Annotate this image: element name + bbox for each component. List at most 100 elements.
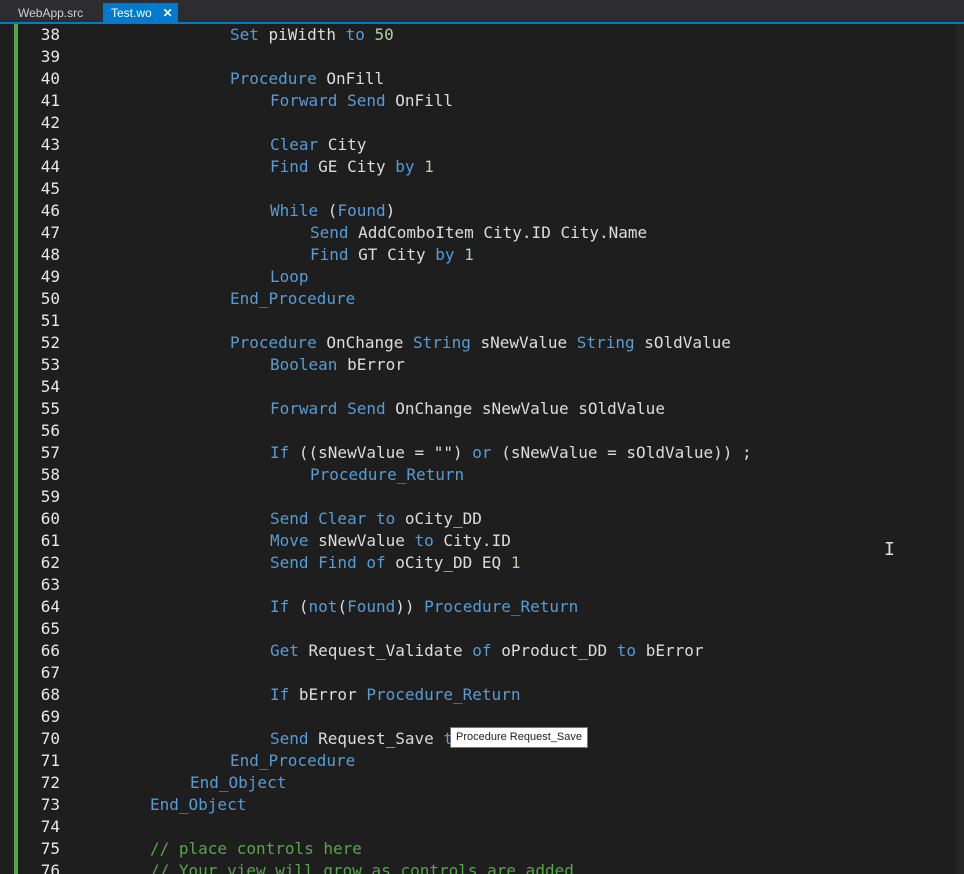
code-text[interactable]: // Your view will grow as controls are a… [150,860,574,874]
code-line[interactable]: 62 Send Find of oCity_DD EQ 1 [0,552,956,574]
identifier-token: ( [337,597,348,616]
line-number: 55 [40,399,60,418]
line-number: 63 [40,575,60,594]
code-text[interactable]: Move sNewValue to City.ID [270,530,511,552]
line-number: 46 [40,201,60,220]
code-line[interactable]: 66 Get Request_Validate of oProduct_DD to… [0,640,956,662]
code-line[interactable]: 46 While (Found) [0,200,956,222]
code-text[interactable]: End_Procedure [230,750,355,772]
keyword-token: Get [270,641,299,660]
code-text[interactable]: Procedure_Return [310,464,464,486]
code-line[interactable]: 74 [0,816,956,838]
code-line[interactable]: 41 Forward Send OnFill [0,90,956,112]
code-line[interactable]: 42 [0,112,956,134]
code-line[interactable]: 55 Forward Send OnChange sNewValue sOldVa… [0,398,956,420]
code-text[interactable]: Procedure OnChange String sNewValue Stri… [230,332,731,354]
code-line[interactable]: 44 Find GE City by 1 [0,156,956,178]
vertical-scrollbar[interactable] [956,24,964,874]
identifier-token: oProduct_DD [491,641,617,660]
keyword-token: While [270,201,319,220]
code-text[interactable]: Send Clear to oCity_DD [270,508,482,530]
code-line[interactable]: 72 End_Object [0,772,956,794]
code-line[interactable]: 76 // Your view will grow as controls are… [0,860,956,874]
keyword-token: End_Object [190,773,287,792]
code-line[interactable]: 68 If bError Procedure_Return [0,684,956,706]
code-text[interactable]: Procedure OnFill [230,68,384,90]
line-number: 64 [40,597,60,616]
code-line[interactable]: 67 [0,662,956,684]
line-number: 58 [40,465,60,484]
code-text[interactable]: Send Find of oCity_DD EQ 1 [270,552,520,574]
number-token: 1 [510,553,521,572]
code-text[interactable]: Find GT City by 1 [310,244,474,266]
code-text[interactable]: End_Procedure [230,288,355,310]
code-line[interactable]: 50 End_Procedure [0,288,956,310]
code-line[interactable]: 65 [0,618,956,640]
identifier-token: (sNewValue = sOldValue)) ; [491,443,752,462]
code-line[interactable]: 57 If ((sNewValue = "") or (sNewValue = s… [0,442,956,464]
code-text[interactable]: Find GE City by 1 [270,156,434,178]
code-text[interactable]: Forward Send OnChange sNewValue sOldValu… [270,398,665,420]
code-line[interactable]: 64 If (not(Found)) Procedure_Return [0,596,956,618]
code-line[interactable]: 48 Find GT City by 1 [0,244,956,266]
keyword-token: End_Procedure [230,751,356,770]
keyword-token: Send Clear to [270,509,396,528]
code-line[interactable]: 60 Send Clear to oCity_DD [0,508,956,530]
code-line[interactable]: 47 Send AddComboItem City.ID City.Name [0,222,956,244]
code-text[interactable]: Get Request_Validate of oProduct_DD to b… [270,640,704,662]
code-text[interactable]: If ((sNewValue = "") or (sNewValue = sOl… [270,442,752,464]
code-line[interactable]: 43 Clear City [0,134,956,156]
code-line[interactable]: 39 [0,46,956,68]
code-text[interactable]: If bError Procedure_Return [270,684,520,706]
keyword-token: by [395,157,415,176]
code-line[interactable]: 69 [0,706,956,728]
code-line[interactable]: 52 Procedure OnChange String sNewValue St… [0,332,956,354]
line-number: 43 [40,135,60,154]
identifier-token: City.ID [433,531,511,550]
code-line[interactable]: 49 Loop [0,266,956,288]
code-line[interactable]: 73 End_Object [0,794,956,816]
code-line[interactable]: 51 [0,310,956,332]
code-line[interactable]: 40 Procedure OnFill [0,68,956,90]
code-text[interactable]: Loop [270,266,309,288]
line-number: 51 [40,311,60,330]
identifier-token: ( [318,201,338,220]
line-number: 49 [40,267,60,286]
code-line[interactable]: 71 End_Procedure [0,750,956,772]
line-number: 57 [40,443,60,462]
code-text[interactable]: If (not(Found)) Procedure_Return [270,596,578,618]
code-text[interactable]: Send AddComboItem City.ID City.Name [310,222,647,244]
tab-test-wo[interactable]: Test.wo ✕ [103,3,178,24]
close-icon[interactable]: ✕ [163,3,173,24]
keyword-token: Procedure_Return [424,597,579,616]
keyword-token: Found [337,201,386,220]
code-text[interactable]: Boolean bError [270,354,405,376]
identifier-token: oCity_DD EQ [385,553,511,572]
identifier-token: GT City [348,245,436,264]
keyword-token: of [472,641,492,660]
code-line[interactable]: 45 [0,178,956,200]
code-line[interactable]: 56 [0,420,956,442]
code-line[interactable]: 75 // place controls here [0,838,956,860]
code-text[interactable]: Set piWidth to 50 [230,24,394,46]
code-line[interactable]: 38 Set piWidth to 50 [0,24,956,46]
code-text[interactable]: Forward Send OnFill [270,90,453,112]
code-text[interactable]: End_Object [150,794,246,816]
code-line[interactable]: 54 [0,376,956,398]
tab-webapp-src[interactable]: WebApp.src [10,3,91,24]
code-line[interactable]: 58 Procedure_Return [0,464,956,486]
line-number: 72 [40,773,60,792]
code-line[interactable]: 59 [0,486,956,508]
line-number: 54 [40,377,60,396]
code-text[interactable]: // place controls here [150,838,362,860]
line-number: 59 [40,487,60,506]
code-text[interactable]: While (Found) [270,200,395,222]
code-text[interactable]: End_Object [190,772,286,794]
code-text[interactable]: Clear City [270,134,366,156]
code-line[interactable]: 61 Move sNewValue to City.ID [0,530,956,552]
keyword-token: Found [347,597,396,616]
line-number: 41 [40,91,60,110]
code-line[interactable]: 63 [0,574,956,596]
identifier-token: bError [636,641,704,660]
code-line[interactable]: 53 Boolean bError [0,354,956,376]
